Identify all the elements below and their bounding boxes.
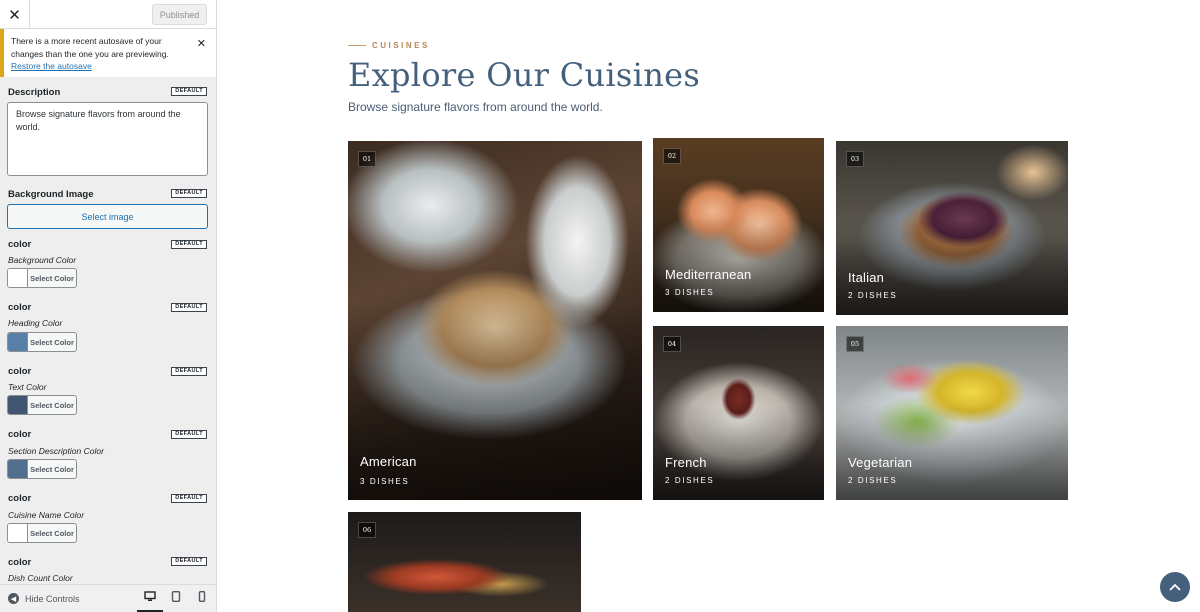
close-icon[interactable]: ✕ bbox=[0, 0, 30, 29]
description-textarea[interactable]: Browse signature flavors from around the… bbox=[7, 102, 208, 176]
dish-count: 2 DISHES bbox=[848, 291, 898, 300]
card-number: 05 bbox=[846, 336, 864, 352]
default-badge[interactable]: DEFAULT bbox=[171, 189, 207, 198]
select-color-label: Select Color bbox=[30, 337, 74, 347]
cuisine-card-mediterranean[interactable]: 02 Mediterranean 3 DISHES bbox=[653, 138, 824, 312]
card-overlay bbox=[653, 138, 824, 312]
select-color-label: Select Color bbox=[30, 464, 74, 474]
collapse-arrow-icon: ◀ bbox=[8, 593, 19, 604]
description-title: Description bbox=[8, 87, 61, 98]
cuisine-name: Mediterranean bbox=[665, 267, 752, 282]
card-overlay bbox=[653, 326, 824, 500]
color-control-label: Background Color bbox=[8, 255, 77, 265]
cuisine-card-italian[interactable]: 03 Italian 2 DISHES bbox=[836, 141, 1068, 315]
select-image-button[interactable]: Select image bbox=[7, 204, 208, 229]
dish-count: 3 DISHES bbox=[360, 477, 410, 486]
cuisine-name: Vegetarian bbox=[848, 455, 913, 470]
default-badge[interactable]: DEFAULT bbox=[171, 430, 207, 439]
color-control-label: Text Color bbox=[8, 382, 47, 392]
cuisine-name: American bbox=[360, 454, 417, 469]
select-color-button[interactable]: Select Color bbox=[7, 332, 77, 352]
color-control-title: color bbox=[8, 557, 32, 568]
color-control-title: color bbox=[8, 366, 32, 377]
section-title: Explore Our Cuisines bbox=[348, 56, 701, 94]
color-swatch bbox=[8, 460, 28, 478]
default-badge[interactable]: DEFAULT bbox=[171, 240, 207, 249]
cuisine-card-french[interactable]: 04 French 2 DISHES bbox=[653, 326, 824, 500]
select-color-label: Select Color bbox=[30, 528, 74, 538]
card-number: 06 bbox=[358, 522, 376, 538]
dish-count: 3 DISHES bbox=[665, 288, 715, 297]
dismiss-notice-icon[interactable]: ✕ bbox=[197, 38, 206, 51]
card-image bbox=[348, 512, 581, 612]
eyebrow-divider bbox=[348, 45, 366, 46]
customizer-sidebar: ✕ Published There is a more recent autos… bbox=[0, 0, 217, 612]
color-control-label: Section Description Color bbox=[8, 446, 104, 456]
select-color-button[interactable]: Select Color bbox=[7, 523, 77, 543]
section-eyebrow: CUISINES bbox=[372, 41, 430, 50]
cuisine-card-06[interactable]: 06 bbox=[348, 512, 581, 612]
card-number: 03 bbox=[846, 151, 864, 167]
default-badge[interactable]: DEFAULT bbox=[171, 303, 207, 312]
mobile-icon[interactable] bbox=[189, 591, 215, 612]
card-overlay bbox=[836, 326, 1068, 500]
default-badge[interactable]: DEFAULT bbox=[171, 494, 207, 503]
tablet-icon[interactable] bbox=[163, 591, 189, 612]
desktop-icon[interactable] bbox=[137, 591, 163, 612]
color-control-title: color bbox=[8, 493, 32, 504]
color-swatch bbox=[8, 524, 28, 542]
color-swatch bbox=[8, 269, 28, 287]
cuisine-name: Italian bbox=[848, 270, 885, 285]
publish-button[interactable]: Published bbox=[152, 4, 207, 25]
cuisine-name: French bbox=[665, 455, 707, 470]
color-control-label: Heading Color bbox=[8, 318, 63, 328]
section-description: Browse signature flavors from around the… bbox=[348, 100, 603, 114]
cuisine-card-american[interactable]: 01 American 3 DISHES bbox=[348, 141, 642, 500]
card-number: 01 bbox=[358, 151, 376, 167]
customizer-header: ✕ Published bbox=[0, 0, 216, 29]
color-control-title: color bbox=[8, 239, 32, 250]
select-color-button[interactable]: Select Color bbox=[7, 395, 77, 415]
card-number: 04 bbox=[663, 336, 681, 352]
card-overlay bbox=[836, 141, 1068, 315]
default-badge[interactable]: DEFAULT bbox=[171, 557, 207, 566]
dish-count: 2 DISHES bbox=[665, 476, 715, 485]
default-badge[interactable]: DEFAULT bbox=[171, 87, 207, 96]
select-color-label: Select Color bbox=[30, 400, 74, 410]
select-color-button[interactable]: Select Color bbox=[7, 268, 77, 288]
card-overlay bbox=[348, 141, 642, 500]
color-control-title: color bbox=[8, 429, 32, 440]
color-control-label: Dish Count Color bbox=[8, 573, 73, 583]
autosave-text: There is a more recent autosave of your … bbox=[11, 36, 169, 59]
color-swatch bbox=[8, 333, 28, 351]
color-control-label: Cuisine Name Color bbox=[8, 510, 85, 520]
customizer-footer: ◀ Hide Controls bbox=[0, 584, 216, 612]
cuisine-card-vegetarian[interactable]: 05 Vegetarian 2 DISHES bbox=[836, 326, 1068, 500]
hide-controls-label: Hide Controls bbox=[25, 593, 80, 604]
chevron-up-icon[interactable] bbox=[1160, 572, 1190, 602]
color-control-title: color bbox=[8, 302, 32, 313]
default-badge[interactable]: DEFAULT bbox=[171, 367, 207, 376]
autosave-notice: There is a more recent autosave of your … bbox=[0, 29, 216, 77]
card-number: 02 bbox=[663, 148, 681, 164]
select-color-button[interactable]: Select Color bbox=[7, 459, 77, 479]
dish-count: 2 DISHES bbox=[848, 476, 898, 485]
select-color-label: Select Color bbox=[30, 273, 74, 283]
color-swatch bbox=[8, 396, 28, 414]
hide-controls-button[interactable]: ◀ Hide Controls bbox=[8, 593, 80, 604]
background-image-title: Background Image bbox=[8, 189, 94, 200]
restore-autosave-link[interactable]: Restore the autosave bbox=[11, 61, 92, 71]
